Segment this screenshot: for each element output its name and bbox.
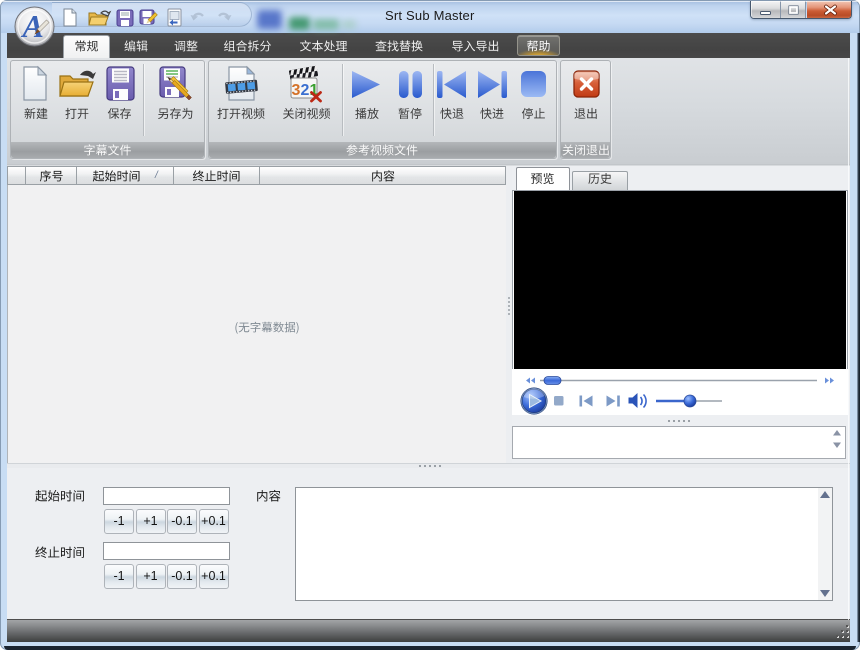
svg-text:2: 2 bbox=[301, 82, 310, 99]
svg-text:3: 3 bbox=[292, 82, 301, 99]
